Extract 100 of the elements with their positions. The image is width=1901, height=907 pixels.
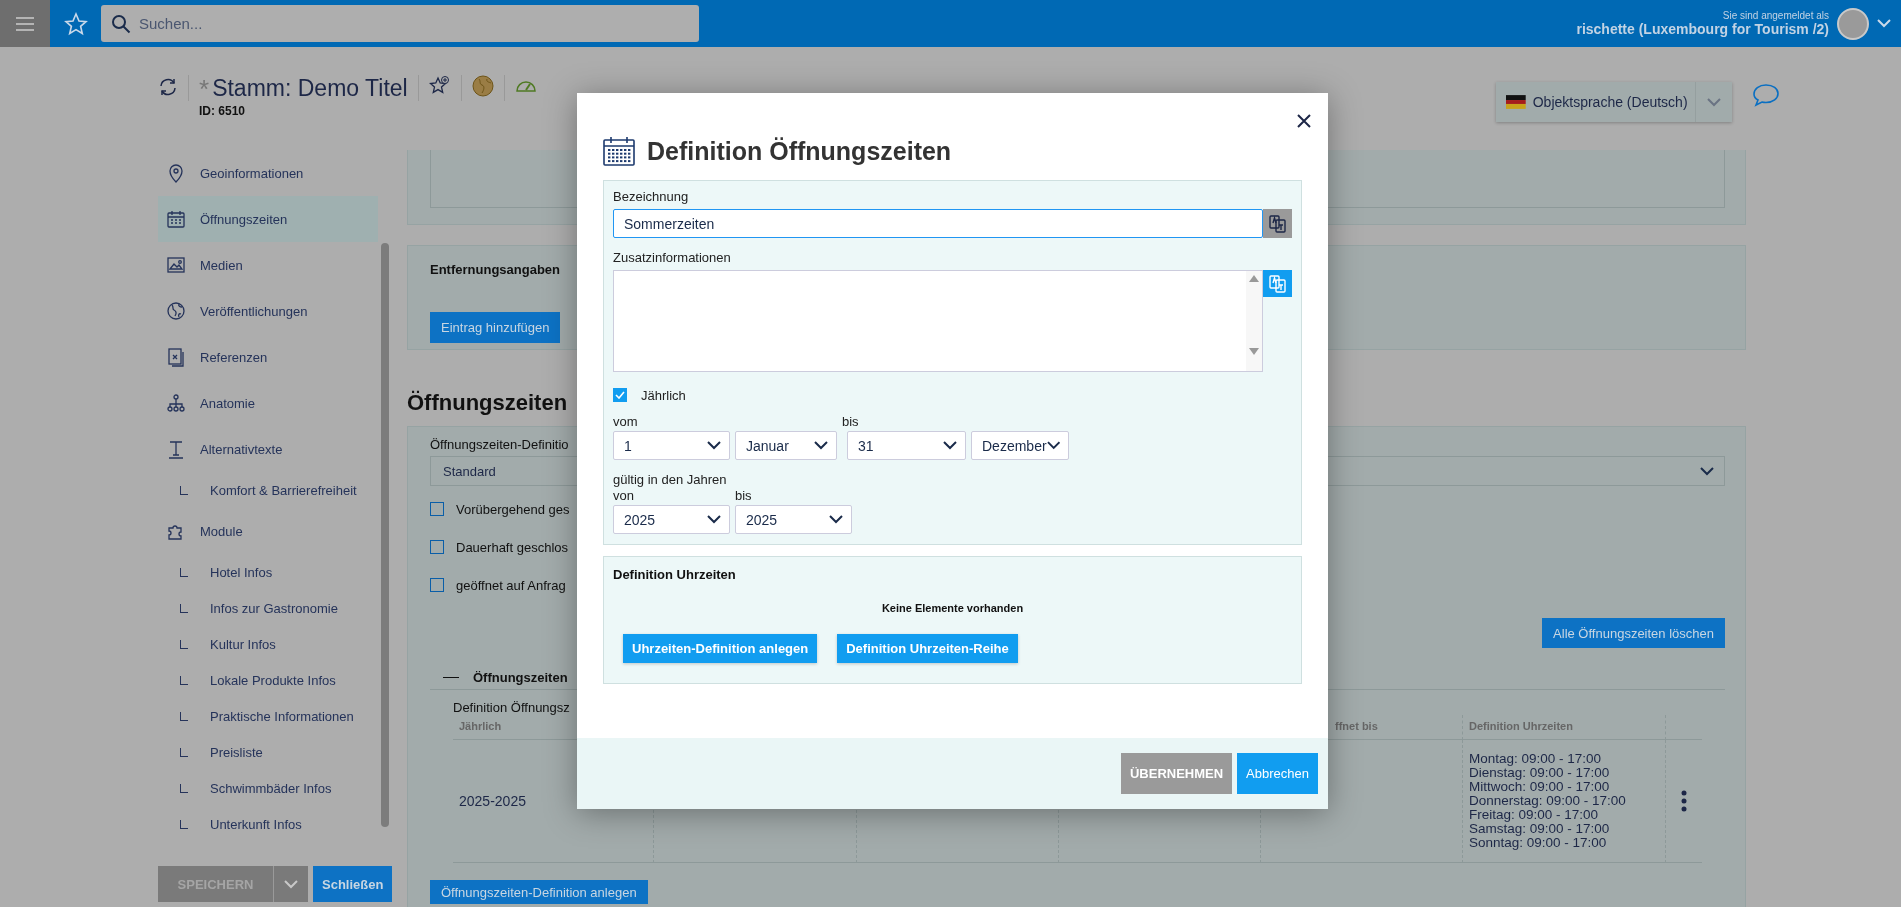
- translate-icon: [1268, 274, 1287, 293]
- scroll-up-icon[interactable]: [1249, 275, 1259, 282]
- section-title: Entfernungsangaben: [430, 262, 561, 277]
- sidebar-subitem[interactable]: Unterkunft Infos: [158, 806, 378, 842]
- time-range: Sonntag: 09:00 - 17:00: [1469, 836, 1608, 850]
- scrollbar[interactable]: [381, 243, 389, 827]
- translate-button[interactable]: [1263, 270, 1292, 297]
- documents-icon: [166, 347, 186, 367]
- corner-icon: [180, 747, 188, 757]
- time-range: Mittwoch: 09:00 - 17:00: [1469, 780, 1611, 794]
- table-title: Definition Öffnungsz: [453, 700, 571, 715]
- sidebar-subitem[interactable]: Praktische Informationen: [158, 698, 378, 734]
- corner-icon: [180, 711, 188, 721]
- globe-icon[interactable]: [471, 75, 494, 97]
- corner-icon: [180, 639, 188, 649]
- record-id: ID: 6510: [199, 104, 247, 118]
- add-time-button[interactable]: Uhrzeiten-Definition anlegen: [623, 634, 818, 663]
- scroll-down-icon[interactable]: [1249, 348, 1259, 355]
- field-label: gültig in den Jahren: [613, 472, 727, 487]
- avatar-icon[interactable]: [1837, 7, 1869, 40]
- globe-icon: [166, 301, 186, 321]
- scrollbar[interactable]: [1246, 271, 1262, 371]
- month-select[interactable]: Dezember: [971, 431, 1069, 460]
- field-label: Öffnungszeiten-Definitio: [430, 437, 569, 452]
- corner-icon: [180, 783, 188, 793]
- sidebar-subitem[interactable]: Infos zur Gastronomie: [158, 590, 378, 626]
- corner-icon: [180, 819, 188, 829]
- chevron-icon: [1706, 97, 1721, 107]
- sidebar-subitem[interactable]: Hotel Infos: [158, 554, 378, 590]
- search-icon: [111, 14, 131, 34]
- checkbox[interactable]: [430, 502, 444, 516]
- empty-message: Keine Elemente vorhanden: [880, 602, 1025, 614]
- section-heading: Öffnungszeiten: [407, 390, 568, 416]
- time-range: Freitag: 09:00 - 17:00: [1469, 808, 1600, 822]
- section-title: Definition Uhrzeiten: [613, 567, 737, 582]
- star-plus-icon[interactable]: [428, 75, 451, 97]
- field-label: Zusatzinformationen: [613, 250, 732, 265]
- sidebar-subitem[interactable]: Kultur Infos: [158, 626, 378, 662]
- time-range: Donnerstag: 09:00 - 17:00: [1469, 794, 1626, 808]
- sidebar-item[interactable]: Alternativtexte: [158, 426, 378, 472]
- save-options-button[interactable]: [273, 866, 308, 902]
- flag-icon: [1506, 95, 1526, 109]
- year-select[interactable]: 2025: [735, 505, 852, 534]
- language-select[interactable]: Objektsprache (Deutsch): [1496, 82, 1732, 122]
- sidebar-subitem[interactable]: Komfort & Barrierefreiheit: [158, 472, 378, 508]
- refresh-icon[interactable]: [158, 77, 178, 97]
- sidebar-item[interactable]: Veröffentlichungen: [158, 288, 378, 334]
- menu-button[interactable]: [0, 0, 50, 47]
- image-icon: [166, 255, 186, 275]
- info-field[interactable]: [613, 270, 1263, 372]
- sidebar-item[interactable]: Anatomie: [158, 380, 378, 426]
- field-label: Bezeichnung: [613, 189, 690, 204]
- time-range: Montag: 09:00 - 17:00: [1469, 752, 1603, 766]
- sidebar-subitem[interactable]: Lokale Produkte Infos: [158, 662, 378, 698]
- search-field[interactable]: Suchen...: [101, 5, 699, 42]
- translate-button[interactable]: [1263, 209, 1292, 238]
- more-icon[interactable]: [1681, 790, 1687, 812]
- sidebar-item[interactable]: Medien: [158, 242, 378, 288]
- close-icon: [1297, 114, 1311, 128]
- add-time-button[interactable]: Definition Uhrzeiten-Reihe: [837, 634, 1018, 663]
- modified-mark: *: [199, 76, 210, 101]
- corner-icon: [180, 603, 188, 613]
- field-label: vom: [613, 414, 639, 429]
- checkbox-label: Dauerhaft geschlos: [456, 539, 568, 555]
- chat-icon[interactable]: [1752, 83, 1780, 107]
- sidebar-item[interactable]: Referenzen: [158, 334, 378, 380]
- day-select[interactable]: 31: [847, 431, 966, 460]
- star-icon[interactable]: [63, 11, 88, 36]
- checkbox-label: Jährlich: [641, 387, 686, 403]
- checkbox[interactable]: [613, 388, 627, 402]
- chevron-icon: [1046, 441, 1060, 450]
- add-entry-button[interactable]: Eintrag hinzufügen: [430, 312, 561, 343]
- user-name: rischette (Luxembourg for Tourism /2): [1576, 21, 1829, 37]
- add-definition-button[interactable]: Öffnungszeiten-Definition anlegen: [430, 880, 648, 904]
- sidebar-item[interactable]: Module: [158, 508, 378, 554]
- hierarchy-icon: [166, 393, 186, 413]
- checkbox[interactable]: [430, 540, 444, 554]
- field-label: bis: [842, 414, 859, 429]
- text-icon: [166, 439, 186, 459]
- sidebar-item[interactable]: Geoinformationen: [158, 150, 378, 196]
- table-cell: 2025-2025: [459, 793, 526, 809]
- delete-all-button[interactable]: Alle Öffnungszeiten löschen: [1542, 618, 1725, 648]
- translate-icon: [1268, 214, 1287, 233]
- checkbox[interactable]: [430, 578, 444, 592]
- close-button[interactable]: Schließen: [313, 866, 393, 902]
- year-select[interactable]: 2025: [613, 505, 730, 534]
- name-field[interactable]: Sommerzeiten: [613, 209, 1263, 238]
- corner-icon: [180, 675, 188, 685]
- sidebar-subitem[interactable]: Schwimmbäder Infos: [158, 770, 378, 806]
- checkbox-label: geöffnet auf Anfrag: [456, 577, 566, 593]
- sidebar-item[interactable]: Öffnungszeiten: [158, 196, 378, 242]
- chevron-icon: [1877, 19, 1891, 28]
- chevron-icon: [707, 515, 721, 524]
- corner-icon: [180, 567, 188, 577]
- month-select[interactable]: Januar: [735, 431, 837, 460]
- time-range: Samstag: 09:00 - 17:00: [1469, 822, 1611, 836]
- day-select[interactable]: 1: [613, 431, 730, 460]
- dialog-button[interactable]: Abbrechen: [1237, 753, 1318, 794]
- chevron-icon: [284, 879, 298, 889]
- sidebar-subitem[interactable]: Preisliste: [158, 734, 378, 770]
